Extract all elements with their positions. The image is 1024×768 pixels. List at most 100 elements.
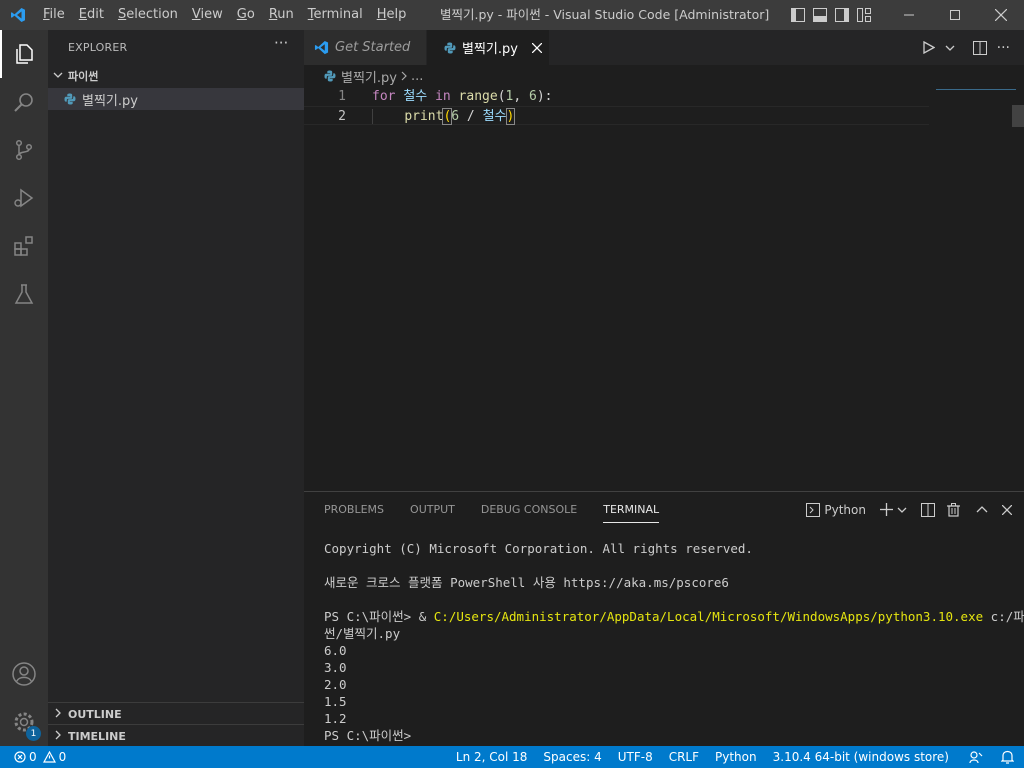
menu-file[interactable]: File — [36, 0, 72, 30]
toggle-panel-icon[interactable] — [812, 0, 828, 30]
line-number: 1 — [338, 89, 346, 104]
source-control-icon[interactable] — [0, 126, 48, 174]
terminal-output-line: 1.5 — [324, 694, 347, 709]
close-panel-icon[interactable] — [1002, 504, 1012, 515]
close-tab-icon[interactable] — [531, 42, 542, 53]
terminal-python-path: C:/Users/Administrator/AppData/Local/Mic… — [433, 609, 984, 624]
search-icon[interactable] — [0, 78, 48, 126]
breadcrumb-file[interactable]: 별찍기.py — [341, 67, 397, 86]
title-bar: File Edit Selection View Go Run Terminal… — [0, 0, 1024, 30]
token-paren: ( — [497, 89, 506, 104]
chevron-right-icon — [48, 708, 68, 721]
line-ending[interactable]: CRLF — [669, 750, 699, 764]
timeline-section[interactable]: TIMELINE — [48, 724, 304, 747]
testing-flask-icon[interactable] — [0, 270, 48, 318]
trash-icon[interactable] — [947, 502, 960, 517]
terminal-line: 썬/별찍기.py — [324, 626, 401, 641]
indentation[interactable]: Spaces: 4 — [543, 750, 601, 764]
terminal-line: Copyright (C) Microsoft Corporation. All… — [324, 541, 753, 556]
menu-go[interactable]: Go — [230, 0, 262, 30]
editor-scrollbar[interactable] — [1012, 105, 1024, 127]
explorer-icon[interactable] — [0, 30, 48, 78]
tab-label: 별찍기.py — [462, 42, 518, 57]
outline-section[interactable]: OUTLINE — [48, 702, 304, 725]
python-file-icon — [64, 93, 82, 105]
tab-get-started[interactable]: Get Started — [304, 30, 426, 65]
terminal-name[interactable]: Python — [824, 503, 866, 517]
tab-debug-console[interactable]: DEBUG CONSOLE — [481, 492, 577, 527]
menu-edit[interactable]: Edit — [72, 0, 111, 30]
maximize-panel-icon[interactable] — [976, 505, 988, 515]
code-line-current: 2 print(6 / 철수) — [304, 106, 929, 125]
warning-count: 0 — [58, 750, 67, 764]
more-actions-icon[interactable]: ··· — [997, 40, 1010, 56]
terminal-output-line: 2.0 — [324, 677, 347, 692]
run-debug-icon[interactable] — [0, 174, 48, 222]
breadcrumb-symbol[interactable]: ... — [411, 69, 423, 84]
token-paren: ) — [505, 108, 516, 125]
folder-header[interactable]: 파이썬 — [48, 66, 304, 86]
tab-terminal[interactable]: TERMINAL — [603, 492, 659, 527]
language-mode[interactable]: Python — [715, 750, 757, 764]
chevron-down-icon[interactable] — [945, 43, 955, 53]
warning-icon — [42, 751, 56, 763]
toggle-sidebar-icon[interactable] — [790, 0, 806, 30]
minimize-icon[interactable] — [886, 0, 932, 30]
new-terminal-icon[interactable] — [880, 503, 893, 516]
timeline-label: TIMELINE — [68, 729, 126, 743]
menu-view[interactable]: View — [185, 0, 230, 30]
outline-label: OUTLINE — [68, 707, 122, 721]
terminal-output-line: 6.0 — [324, 643, 347, 658]
tab-label: Get Started — [335, 40, 411, 55]
vscode-tab-icon — [314, 40, 329, 55]
token-punct: ): — [536, 89, 553, 104]
python-interpreter[interactable]: 3.10.4 64-bit (windows store) — [773, 750, 949, 764]
tab-file[interactable]: 별찍기.py — [427, 30, 549, 65]
customize-layout-icon[interactable] — [856, 0, 872, 30]
file-item[interactable]: 별찍기.py — [48, 88, 304, 110]
menu-run[interactable]: Run — [262, 0, 301, 30]
explorer-title: EXPLORER — [68, 41, 128, 54]
terminal-arg: c:/파이 — [990, 609, 1024, 624]
manage-gear-icon[interactable]: 1 — [0, 698, 48, 746]
accounts-icon[interactable] — [0, 650, 48, 698]
token-function: range — [458, 89, 498, 104]
run-python-icon[interactable] — [922, 41, 935, 54]
close-window-icon[interactable] — [978, 0, 1024, 30]
tab-problems[interactable]: PROBLEMS — [324, 492, 384, 527]
terminal-prompt: PS C:\파이썬> & — [324, 609, 434, 624]
minimap[interactable] — [936, 87, 1016, 491]
maximize-icon[interactable] — [932, 0, 978, 30]
split-editor-icon[interactable] — [972, 40, 987, 55]
toggle-secondary-sidebar-icon[interactable] — [834, 0, 850, 30]
chevron-down-icon[interactable] — [897, 505, 907, 515]
feedback-icon[interactable] — [969, 750, 983, 764]
problems-status[interactable]: 0 0 — [14, 746, 66, 768]
token-keyword: in — [435, 89, 451, 104]
more-actions-icon[interactable]: ··· — [274, 34, 288, 52]
error-icon — [14, 751, 26, 763]
menu-terminal[interactable]: Terminal — [301, 0, 370, 30]
split-terminal-icon[interactable] — [921, 502, 935, 517]
editor-tabs: Get Started 별찍기.py ··· — [304, 30, 1024, 65]
bottom-panel: PROBLEMS OUTPUT DEBUG CONSOLE TERMINAL P… — [304, 491, 1024, 747]
token-variable: 철수 — [482, 109, 507, 124]
menu-help[interactable]: Help — [370, 0, 414, 30]
text-cursor — [514, 108, 516, 125]
terminal-icon — [806, 502, 821, 517]
menu-selection[interactable]: Selection — [111, 0, 185, 30]
chevron-right-icon — [48, 730, 68, 743]
chevron-right-icon — [400, 71, 408, 81]
code-line: 1 for 철수 in range(1, 6): — [304, 87, 929, 106]
extensions-icon[interactable] — [0, 222, 48, 270]
cursor-position[interactable]: Ln 2, Col 18 — [456, 750, 528, 764]
file-name: 별찍기.py — [82, 93, 138, 109]
code-editor[interactable]: 1 for 철수 in range(1, 6): 2 print(6 / 철수) — [304, 87, 1024, 491]
encoding[interactable]: UTF-8 — [618, 750, 653, 764]
terminal-output[interactable]: Copyright (C) Microsoft Corporation. All… — [324, 540, 1024, 744]
notifications-bell-icon[interactable] — [1001, 750, 1014, 764]
token-indent — [372, 109, 405, 124]
tab-output[interactable]: OUTPUT — [410, 492, 455, 527]
